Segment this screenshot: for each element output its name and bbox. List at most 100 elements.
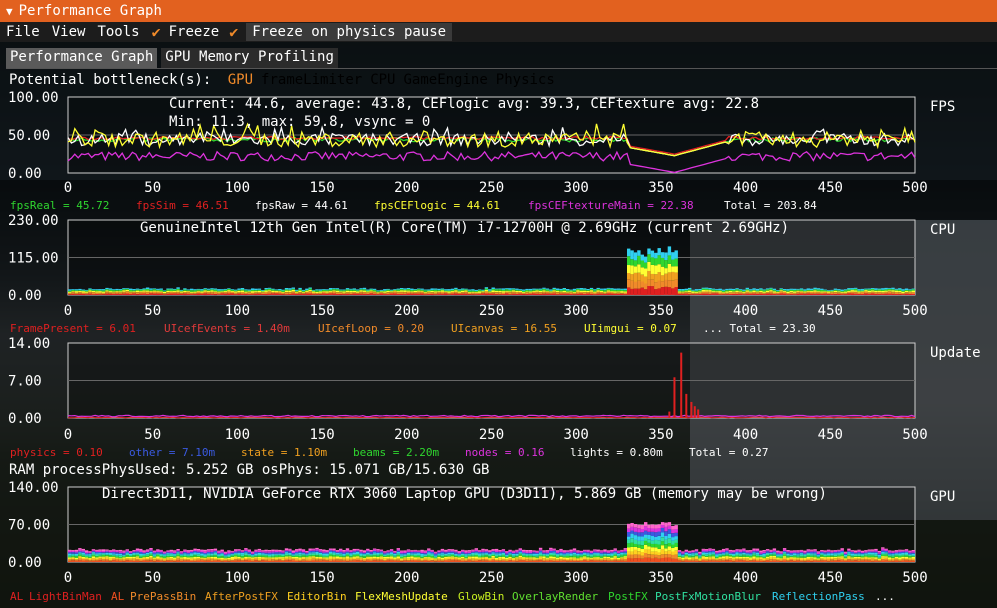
stacked-bar-segment [406, 549, 411, 551]
stacked-bar-segment [555, 292, 560, 295]
stacked-bar-segment [159, 558, 163, 560]
stacked-bar-segment [911, 558, 915, 560]
stacked-bar-segment [532, 288, 536, 290]
stacked-bar-segment [71, 558, 75, 560]
stacked-bar-segment [328, 561, 333, 562]
stacked-bar-segment [257, 556, 262, 559]
stacked-bar-segment [552, 556, 556, 559]
stacked-bar-segment [694, 289, 699, 291]
stacked-bar-segment [417, 551, 421, 553]
stacked-bar-segment [335, 560, 340, 563]
stacked-bar-segment [854, 552, 858, 554]
stacked-bar-segment [488, 554, 492, 557]
stacked-bar-segment [522, 554, 526, 556]
stacked-bar-segment [386, 556, 390, 559]
stacked-bar-segment [450, 291, 455, 292]
stacked-bar-segment [586, 549, 590, 551]
stacked-bar-segment [488, 553, 492, 555]
stacked-bar-segment [223, 289, 228, 291]
stacked-bar-segment [803, 555, 807, 557]
stacked-bar-segment [206, 553, 211, 555]
stacked-bar-segment [660, 525, 665, 528]
stacked-bar-segment [298, 292, 302, 294]
stacked-bar-segment [298, 560, 302, 562]
stacked-bar-segment [508, 552, 512, 554]
stacked-bar-segment [881, 548, 885, 551]
x-axis-tick-label: 350 [648, 570, 673, 586]
stacked-bar-segment [457, 560, 461, 563]
stacked-bar-segment [156, 289, 160, 291]
stacked-bar-segment [803, 557, 807, 559]
stacked-bar-segment [145, 558, 150, 560]
stacked-bar-segment [359, 557, 363, 559]
stacked-bar-segment [339, 560, 343, 563]
stacked-bar-segment [430, 293, 434, 296]
stacked-bar-segment [352, 555, 356, 557]
stacked-bar-segment [433, 553, 438, 556]
stacked-bar-segment [230, 289, 234, 291]
stacked-bar-segment [630, 523, 634, 527]
stacked-bar-segment [745, 553, 749, 555]
stacked-bar-segment [789, 557, 793, 560]
stacked-bar-segment [525, 556, 529, 558]
stacked-bar-segment [593, 550, 597, 552]
stacked-bar-segment [511, 291, 516, 293]
stacked-bar-segment [498, 555, 502, 557]
stacked-bar-segment [101, 559, 106, 561]
stacked-bar-segment [898, 550, 902, 552]
stacked-bar-segment [274, 292, 279, 294]
stacked-bar-segment [139, 552, 143, 554]
stacked-bar-segment [881, 550, 885, 552]
stacked-bar-segment [217, 551, 221, 554]
stacked-bar-segment [440, 557, 445, 560]
stacked-bar-segment [413, 293, 417, 295]
stacked-bar-segment [173, 554, 177, 556]
stacked-bar-segment [610, 293, 614, 296]
stacked-bar-segment [474, 561, 478, 563]
stacked-bar-segment [173, 555, 177, 557]
stacked-bar-segment [694, 555, 699, 557]
stacked-bar-segment [305, 290, 309, 292]
stacked-bar-segment [840, 292, 844, 294]
stacked-bar-segment [366, 557, 370, 560]
stacked-bar-segment [538, 292, 543, 293]
stacked-bar-segment [142, 553, 146, 555]
stacked-bar-segment [728, 558, 733, 561]
stacked-bar-segment [576, 552, 580, 555]
stacked-bar-segment [477, 290, 482, 292]
stacked-bar-segment [298, 290, 302, 293]
stacked-bar-segment [894, 553, 899, 555]
stacked-bar-segment [298, 287, 302, 290]
stacked-bar-segment [173, 288, 177, 290]
stacked-bar-segment [562, 559, 566, 561]
stacked-bar-segment [98, 556, 102, 558]
stacked-bar-segment [420, 549, 424, 552]
stacked-bar-segment [813, 293, 817, 295]
stacked-bar-segment [850, 557, 854, 559]
stacked-bar-segment [190, 558, 194, 560]
stacked-bar-segment [362, 559, 367, 562]
stacked-bar-segment [118, 555, 123, 557]
stacked-bar-segment [627, 265, 631, 274]
stacked-bar-segment [721, 560, 726, 562]
stacked-bar-segment [132, 290, 136, 292]
stacked-bar-segment [586, 550, 590, 553]
stacked-bar-segment [572, 559, 577, 562]
stacked-bar-segment [633, 282, 638, 289]
stacked-bar-segment [515, 290, 519, 293]
stacked-bar-segment [708, 553, 712, 556]
stacked-bar-segment [871, 293, 875, 295]
stacked-bar-segment [681, 292, 685, 294]
stacked-bar-segment [732, 551, 736, 553]
stacked-bar-segment [694, 551, 699, 553]
stacked-bar-segment [393, 291, 397, 293]
stacked-bar-segment [251, 559, 255, 562]
stacked-bar-segment [874, 292, 878, 294]
stacked-bar-segment [372, 549, 377, 551]
stacked-bar-segment [332, 548, 336, 551]
stacked-bar-segment [681, 551, 685, 553]
stacked-bar-segment [315, 549, 319, 551]
stacked-bar-segment [904, 290, 909, 293]
stacked-bar-segment [545, 560, 550, 562]
stacked-bar-segment [538, 291, 543, 293]
